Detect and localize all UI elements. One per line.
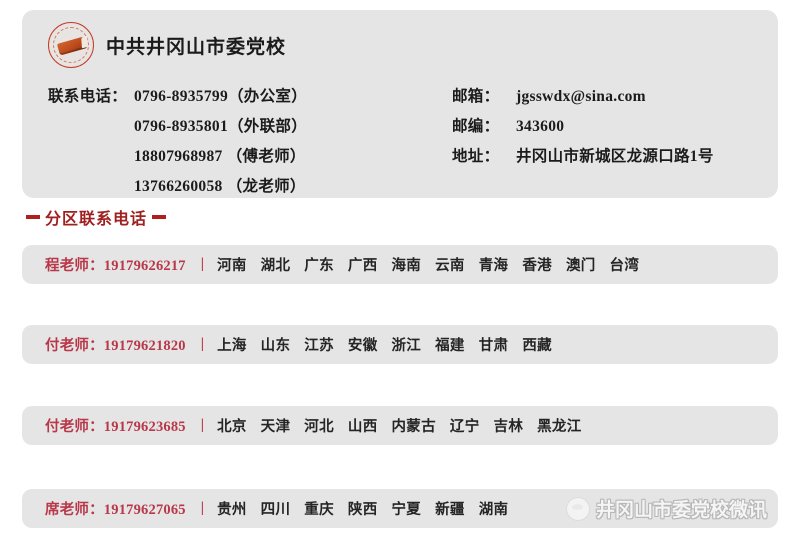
email-value: jgsswdx@sina.com [516, 88, 646, 105]
province-list: 河南 湖北 广东 广西 海南 云南 青海 香港 澳门 台湾 [217, 254, 639, 275]
organization-info-card: 中共井冈山市委党校 联系电话： 0796-8935799（办公室） 0796-8… [22, 10, 778, 198]
province-item: 黑龙江 [537, 419, 582, 435]
dash-left-icon [26, 215, 40, 219]
phone-line-1: 联系电话： 0796-8935799（办公室） [48, 82, 452, 112]
phone-label-spacer [48, 112, 134, 142]
province-item: 浙江 [391, 338, 422, 354]
province-item: 甘肃 [478, 338, 509, 354]
address-column: 邮箱： jgsswdx@sina.com 邮编： 343600 地址： 井冈山市… [452, 82, 760, 202]
region-row: 付老师：19179623685 | 北京 天津 河北 山西 内蒙古 辽宁 吉林 … [22, 406, 778, 445]
province-item: 新疆 [435, 502, 465, 518]
province-item: 江苏 [304, 338, 334, 354]
postcode-label: 邮编： [452, 118, 500, 135]
postcode-value: 343600 [516, 118, 565, 135]
province-item: 重庆 [304, 502, 334, 518]
phone-line-2: 0796-8935801（外联部） [48, 112, 452, 142]
province-item: 西藏 [522, 338, 552, 354]
province-item: 内蒙古 [391, 419, 436, 435]
province-item: 宁夏 [391, 502, 422, 518]
province-item: 广西 [347, 258, 378, 274]
phone-line-4: 13766260058 （龙老师） [48, 172, 452, 202]
province-item: 青海 [478, 258, 509, 274]
province-item: 海南 [391, 258, 422, 274]
province-item: 贵州 [217, 502, 247, 518]
phone-value-liaison: 0796-8935801（外联部） [134, 118, 308, 135]
province-item: 吉林 [493, 419, 524, 435]
phone-line-3: 18807968987 （傅老师） [48, 142, 452, 172]
province-item: 香港 [522, 258, 552, 274]
address-line: 地址： 井冈山市新城区龙源口路1号 [452, 142, 760, 172]
province-item: 湖北 [260, 258, 291, 274]
province-item: 山西 [347, 419, 378, 435]
province-list: 上海 山东 江苏 安徽 浙江 福建 甘肃 西藏 [217, 334, 552, 355]
separator-bar: | [200, 500, 205, 516]
phone-value-office: 0796-8935799（办公室） [134, 88, 308, 105]
province-item: 上海 [217, 338, 247, 354]
teacher-contact: 付老师：19179621820 [45, 338, 186, 354]
school-seal-icon [48, 22, 94, 68]
region-row: 付老师：19179621820 | 上海 山东 江苏 安徽 浙江 福建 甘肃 西… [22, 325, 778, 364]
page-title: 中共井冈山市委党校 [106, 36, 287, 58]
teacher-contact: 席老师：19179627065 [45, 502, 186, 518]
phone-label-spacer [48, 142, 134, 172]
province-item: 辽宁 [449, 419, 480, 435]
province-item: 安徽 [347, 338, 378, 354]
province-item: 天津 [260, 419, 291, 435]
phone-column: 联系电话： 0796-8935799（办公室） 0796-8935801（外联部… [48, 82, 452, 202]
region-row: 席老师：19179627065 | 贵州 四川 重庆 陕西 宁夏 新疆 湖南 [22, 489, 778, 528]
seal-book-glyph [56, 36, 88, 56]
postcode-line: 邮编： 343600 [452, 112, 760, 142]
province-item: 澳门 [565, 258, 596, 274]
province-item: 陕西 [347, 502, 378, 518]
province-item: 广东 [304, 258, 334, 274]
province-item: 湖南 [478, 502, 509, 518]
email-label: 邮箱： [452, 88, 500, 105]
phone-value-teacher-long: 13766260058 （龙老师） [134, 178, 306, 195]
dash-right-icon [152, 215, 167, 219]
province-item: 河南 [217, 258, 247, 274]
separator-bar: | [200, 417, 205, 433]
separator-bar: | [200, 336, 205, 352]
province-list: 北京 天津 河北 山西 内蒙古 辽宁 吉林 黑龙江 [217, 415, 581, 436]
province-item: 四川 [260, 502, 291, 518]
province-item: 福建 [435, 338, 465, 354]
province-item: 河北 [304, 419, 334, 435]
email-line: 邮箱： jgsswdx@sina.com [452, 82, 760, 112]
address-value: 井冈山市新城区龙源口路1号 [516, 148, 714, 165]
province-item: 山东 [260, 338, 291, 354]
teacher-contact: 付老师：19179623685 [45, 419, 186, 435]
separator-bar: | [200, 256, 205, 272]
province-item: 台湾 [609, 258, 640, 274]
region-row: 程老师：19179626217 | 河南 湖北 广东 广西 海南 云南 青海 香… [22, 245, 778, 284]
province-item: 云南 [435, 258, 465, 274]
section-heading-regional-contacts: 分区联系电话 [26, 205, 167, 229]
contact-details: 联系电话： 0796-8935799（办公室） 0796-8935801（外联部… [48, 82, 760, 202]
organization-header: 中共井冈山市委党校 [48, 22, 286, 68]
address-label: 地址： [452, 148, 500, 165]
phone-value-teacher-fu: 18807968987 （傅老师） [134, 148, 306, 165]
province-list: 贵州 四川 重庆 陕西 宁夏 新疆 湖南 [217, 498, 508, 519]
teacher-contact: 程老师：19179626217 [45, 258, 186, 274]
phone-label: 联系电话： [48, 88, 128, 105]
province-item: 北京 [217, 419, 247, 435]
section-heading-label: 分区联系电话 [45, 211, 148, 228]
page-root: 中共井冈山市委党校 联系电话： 0796-8935799（办公室） 0796-8… [0, 0, 800, 548]
phone-label-spacer [48, 172, 134, 202]
